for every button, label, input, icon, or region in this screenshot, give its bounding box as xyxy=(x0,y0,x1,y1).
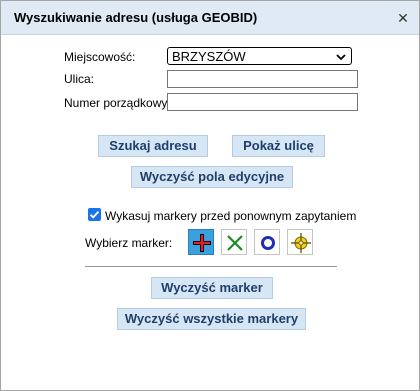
search-address-button[interactable]: Szukaj adresu xyxy=(98,135,208,157)
green-x-icon xyxy=(227,235,243,251)
checkmark-icon xyxy=(89,210,100,219)
delete-markers-checkbox[interactable] xyxy=(88,208,101,221)
clear-marker-button[interactable]: Wyczyść marker xyxy=(151,277,273,299)
delete-markers-label: Wykasuj markery przed ponownym zapytanie… xyxy=(105,209,357,223)
chevron-down-icon xyxy=(336,48,346,72)
number-input[interactable] xyxy=(167,93,358,111)
blue-circle-icon xyxy=(261,236,275,250)
green-x-marker-button[interactable] xyxy=(221,229,247,255)
street-label: Ulica: xyxy=(64,72,95,86)
address-search-dialog: Wyszukiwanie adresu (usługa GEOBID) ✕ Mi… xyxy=(0,0,420,391)
street-input[interactable] xyxy=(167,70,358,88)
red-cross-marker-button[interactable] xyxy=(188,229,214,255)
number-label: Numer porządkowy: xyxy=(64,96,171,110)
clear-fields-button[interactable]: Wyczyść pola edycyjne xyxy=(131,166,293,188)
yellow-crosshair-marker-button[interactable] xyxy=(287,229,313,255)
show-street-button[interactable]: Pokaż ulicę xyxy=(232,135,325,157)
yellow-crosshair-icon xyxy=(291,233,311,253)
dialog-titlebar: Wyszukiwanie adresu (usługa GEOBID) ✕ xyxy=(1,1,419,35)
close-icon[interactable]: ✕ xyxy=(394,9,412,27)
locality-label: Miejscowość: xyxy=(64,50,136,64)
locality-select-value: BRZYSZÓW xyxy=(172,49,246,64)
blue-circle-marker-button[interactable] xyxy=(254,229,280,255)
clear-all-markers-button[interactable]: Wyczyść wszystkie markery xyxy=(117,308,306,330)
divider xyxy=(85,266,337,267)
red-cross-icon xyxy=(193,234,211,252)
locality-select[interactable]: BRZYSZÓW xyxy=(167,47,352,65)
dialog-title: Wyszukiwanie adresu (usługa GEOBID) xyxy=(14,10,258,25)
choose-marker-label: Wybierz marker: xyxy=(85,236,173,250)
